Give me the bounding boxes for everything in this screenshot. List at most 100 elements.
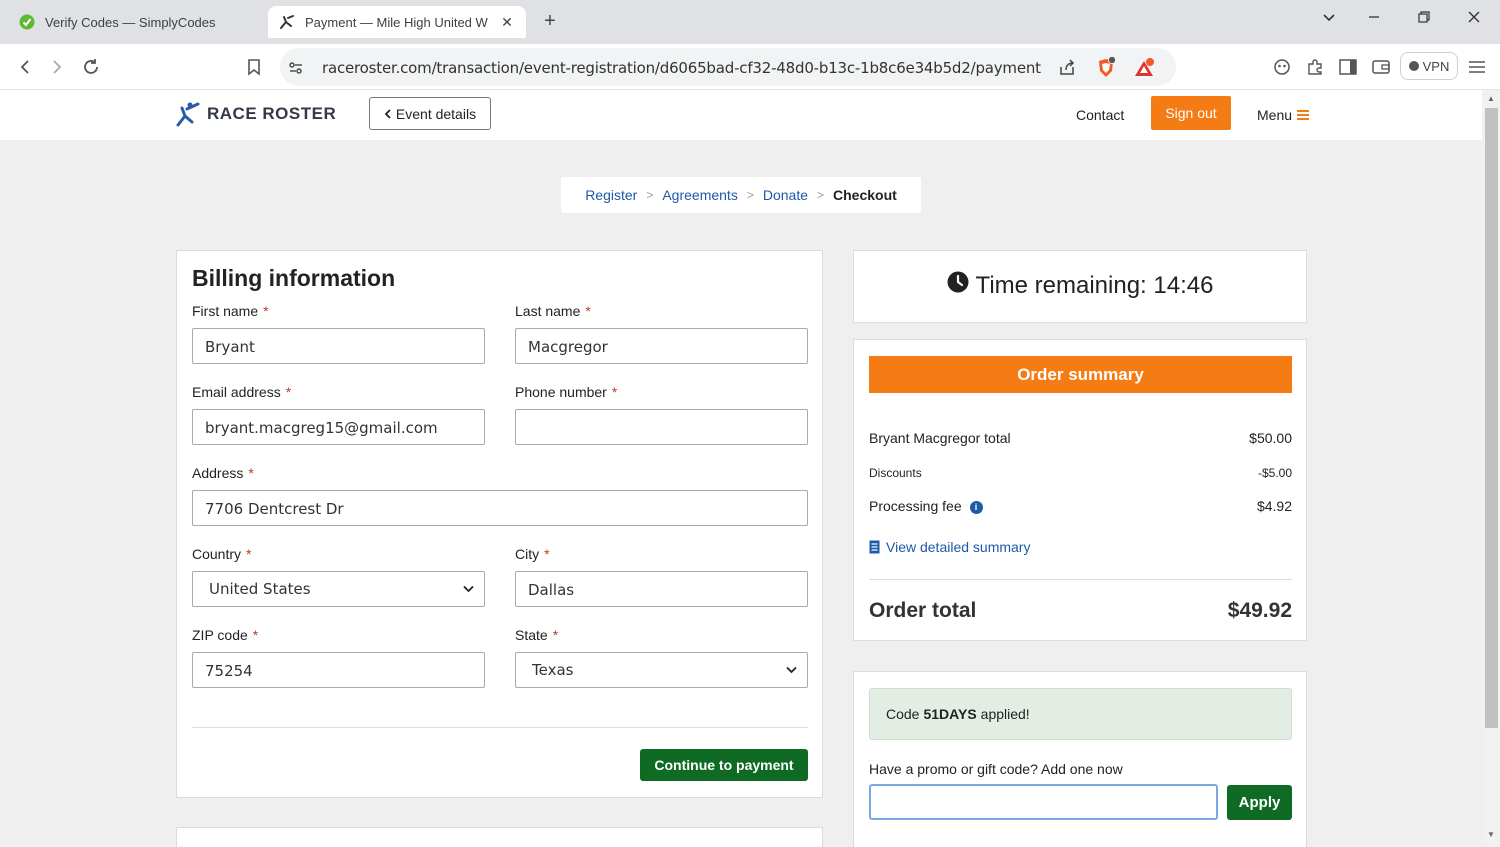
first-name-field[interactable]: Bryant	[192, 328, 485, 364]
sign-out-button[interactable]: Sign out	[1151, 96, 1231, 130]
browser-tab-bar: Verify Codes — SimplyCodes Payment — Mil…	[0, 0, 1500, 44]
forward-icon[interactable]	[44, 54, 70, 80]
wallet-icon[interactable]	[1370, 56, 1392, 78]
promo-applied-suffix: applied!	[980, 706, 1030, 722]
zip-label: ZIP code *	[192, 627, 259, 643]
brave-rewards-icon[interactable]	[1133, 57, 1155, 79]
summary-row-label: Processing fee	[869, 498, 962, 514]
breadcrumb-register[interactable]: Register	[585, 187, 637, 203]
promo-applied-prefix: Code	[886, 706, 920, 722]
first-name-label: First name *	[192, 303, 269, 319]
address-field[interactable]: 7706 Dentcrest Dr	[192, 490, 808, 526]
processing-fee-label-group: Processing fee i	[869, 498, 983, 514]
new-tab-icon[interactable]: +	[540, 10, 560, 33]
checkout-breadcrumb: Register > Agreements > Donate > Checkou…	[561, 177, 921, 213]
breadcrumb-separator-icon: >	[817, 188, 825, 202]
simplycodes-favicon-icon	[18, 13, 36, 31]
chevron-left-icon	[384, 106, 392, 122]
address-bar[interactable]: raceroster.com/transaction/event-registr…	[280, 48, 1176, 86]
site-settings-icon[interactable]	[285, 57, 307, 79]
raceroster-favicon-icon	[278, 13, 296, 31]
menu-label: Menu	[1257, 107, 1293, 123]
tab-title: Verify Codes — SimplyCodes	[45, 14, 216, 30]
order-total-label: Order total	[869, 599, 977, 622]
back-icon[interactable]	[12, 54, 38, 80]
tab-verify-codes[interactable]: Verify Codes — SimplyCodes	[8, 6, 258, 38]
zip-field[interactable]: 75254	[192, 652, 485, 688]
phone-field[interactable]	[515, 409, 808, 445]
logo-text: RACE ROSTER	[207, 104, 337, 123]
reload-icon[interactable]	[78, 54, 104, 80]
race-roster-logo[interactable]: RACE ROSTER	[175, 101, 336, 127]
breadcrumb-separator-icon: >	[646, 188, 654, 202]
vpn-button[interactable]: VPN	[1400, 52, 1458, 80]
hamburger-icon	[1297, 110, 1310, 120]
state-select[interactable]: Texas	[515, 652, 808, 688]
billing-information-card: Billing information First name * Bryant L…	[176, 250, 823, 798]
phone-label: Phone number *	[515, 384, 618, 400]
country-select[interactable]: United States	[192, 571, 485, 607]
promo-applied-alert: Code 51DAYS applied!	[869, 688, 1292, 740]
time-remaining: Time remaining: 14:46	[854, 271, 1306, 300]
scroll-up-icon[interactable]: ▲	[1485, 94, 1497, 103]
document-icon	[869, 540, 880, 554]
last-name-field[interactable]: Macgregor	[515, 328, 808, 364]
vpn-status-icon	[1408, 61, 1419, 71]
summary-row-value: -$5.00	[1257, 466, 1292, 480]
breadcrumb-donate[interactable]: Donate	[763, 187, 808, 203]
breadcrumb-separator-icon: >	[746, 188, 754, 202]
promo-applied-code: 51DAYS	[923, 706, 977, 722]
tab-title: Payment — Mile High United W	[305, 14, 488, 30]
chevron-down-icon	[786, 664, 797, 677]
site-header: RACE ROSTER Event details Contact Sign o…	[0, 90, 1482, 140]
info-icon[interactable]: i	[969, 500, 983, 514]
chevron-down-icon	[463, 583, 474, 596]
promo-code-label: Have a promo or gift code? Add one now	[869, 761, 1123, 777]
scroll-down-icon[interactable]: ▼	[1485, 830, 1497, 839]
race-roster-logo-icon	[176, 102, 200, 127]
order-total-value: $49.92	[1227, 599, 1292, 622]
summary-row-label: Bryant Macgregor total	[869, 430, 1011, 446]
country-label: Country *	[192, 546, 252, 562]
event-details-button[interactable]: Event details	[369, 97, 491, 130]
browser-menu-icon[interactable]	[1466, 56, 1488, 78]
continue-to-payment-button[interactable]: Continue to payment	[640, 749, 808, 781]
email-label: Email address *	[192, 384, 292, 400]
view-detailed-summary-label: View detailed summary	[886, 539, 1031, 555]
menu-button[interactable]: Menu	[1257, 107, 1310, 123]
last-name-label: Last name *	[515, 303, 591, 319]
close-tab-icon[interactable]: ✕	[498, 14, 516, 31]
state-label: State *	[515, 627, 559, 643]
summary-row-label: Discounts	[869, 466, 922, 480]
summary-row-total: Bryant Macgregor total $50.00	[869, 430, 1292, 446]
view-detailed-summary-link[interactable]: View detailed summary	[869, 539, 1030, 555]
tab-payment[interactable]: Payment — Mile High United W ✕	[268, 6, 526, 38]
extension-face-icon[interactable]	[1271, 56, 1293, 78]
apply-promo-button[interactable]: Apply	[1227, 785, 1292, 820]
time-remaining-text: Time remaining: 14:46	[975, 271, 1214, 299]
summary-divider	[869, 579, 1292, 580]
restore-icon[interactable]	[1412, 10, 1436, 28]
minimize-icon[interactable]	[1362, 10, 1386, 28]
address-label: Address *	[192, 465, 254, 481]
bookmark-icon[interactable]	[241, 54, 267, 80]
share-icon[interactable]	[1056, 57, 1078, 79]
tab-search-chevron-icon[interactable]	[1317, 10, 1341, 28]
breadcrumb-agreements[interactable]: Agreements	[662, 187, 737, 203]
brave-shields-icon[interactable]	[1095, 57, 1117, 79]
summary-row-discounts: Discounts -$5.00	[869, 466, 1292, 480]
scrollbar-thumb[interactable]	[1485, 108, 1498, 728]
contact-link[interactable]: Contact	[1076, 107, 1124, 123]
promo-code-input[interactable]	[869, 784, 1218, 820]
close-window-icon[interactable]	[1462, 10, 1486, 28]
email-field[interactable]: bryant.macgreg15@gmail.com	[192, 409, 485, 445]
city-field[interactable]: Dallas	[515, 571, 808, 607]
city-label: City *	[515, 546, 550, 562]
extensions-puzzle-icon[interactable]	[1304, 56, 1326, 78]
order-summary-title: Order summary	[869, 356, 1292, 393]
clock-icon	[947, 271, 969, 300]
time-remaining-card: Time remaining: 14:46	[853, 250, 1307, 323]
sidebar-toggle-icon[interactable]	[1337, 56, 1359, 78]
order-summary-card: Order summary Bryant Macgregor total $50…	[853, 339, 1307, 641]
order-total-row: Order total $49.92	[869, 599, 1292, 623]
